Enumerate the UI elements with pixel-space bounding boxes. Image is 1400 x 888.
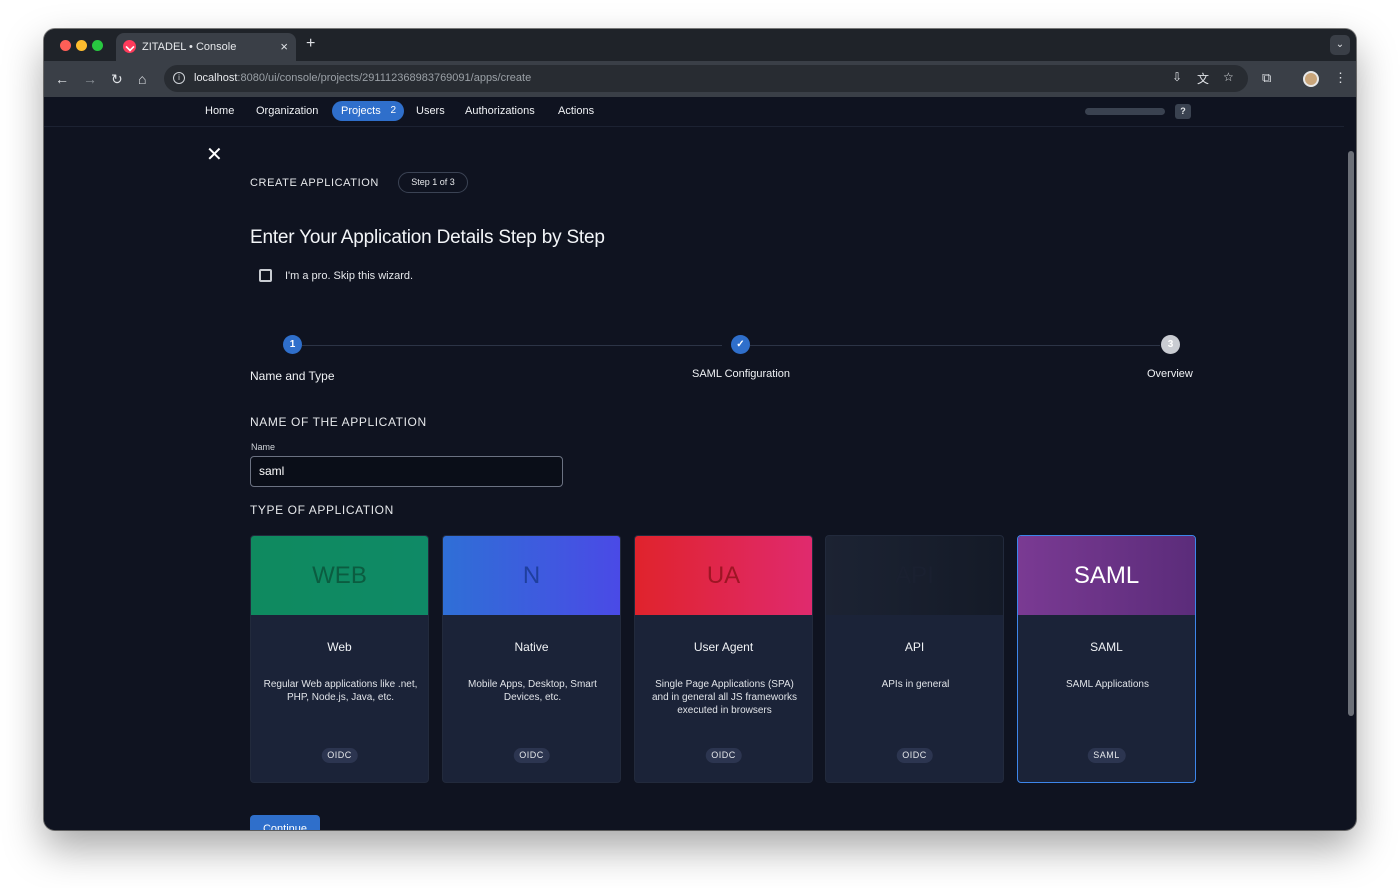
nav-projects-count: 2 bbox=[390, 105, 396, 116]
account-loading-bar bbox=[1085, 108, 1165, 115]
profile-avatar[interactable] bbox=[1303, 71, 1319, 87]
tab-title: ZITADEL • Console bbox=[142, 41, 237, 53]
app-type-card-web[interactable]: WEB Web Regular Web applications like .n… bbox=[250, 535, 429, 783]
zitadel-favicon-icon bbox=[123, 40, 136, 53]
card-banner: SAML bbox=[1018, 536, 1195, 615]
step-1-label[interactable]: Name and Type bbox=[250, 369, 335, 383]
page-scrollbar[interactable] bbox=[1348, 151, 1354, 716]
url-text[interactable]: localhost:8080/ui/console/projects/29111… bbox=[194, 72, 531, 84]
card-banner: UA bbox=[635, 536, 812, 615]
stepper-connector bbox=[750, 345, 1160, 346]
browser-toolbar: ← → ↻ ⌂ i localhost:8080/ui/console/proj… bbox=[44, 61, 1356, 97]
card-title: Web bbox=[327, 640, 352, 654]
protocol-badge: OIDC bbox=[513, 748, 550, 763]
extensions-icon[interactable]: ⧉ bbox=[1262, 70, 1271, 86]
wizard-heading: Enter Your Application Details Step by S… bbox=[250, 227, 605, 248]
address-bar[interactable]: i localhost:8080/ui/console/projects/291… bbox=[164, 65, 1248, 92]
top-navigation: Home Organization Projects 2 Users Autho… bbox=[44, 97, 1344, 127]
zitadel-console: Home Organization Projects 2 Users Autho… bbox=[44, 97, 1344, 830]
nav-projects[interactable]: Projects 2 bbox=[332, 101, 404, 121]
card-banner: WEB bbox=[251, 536, 428, 615]
card-title: API bbox=[904, 640, 925, 654]
app-type-card-native[interactable]: N Native Mobile Apps, Desktop, Smart Dev… bbox=[442, 535, 621, 783]
card-description: SAML Applications bbox=[1065, 679, 1149, 690]
help-button[interactable]: ? bbox=[1175, 104, 1191, 119]
nav-users[interactable]: Users bbox=[416, 105, 445, 117]
nav-actions[interactable]: Actions bbox=[558, 105, 594, 117]
protocol-badge: OIDC bbox=[896, 748, 933, 763]
stepper-connector bbox=[302, 345, 722, 346]
skip-wizard-checkbox[interactable] bbox=[259, 269, 272, 282]
card-description: APIs in general bbox=[881, 679, 950, 690]
continue-button[interactable]: Continue bbox=[250, 815, 320, 830]
tab-strip: ZITADEL • Console × + ⌄ bbox=[44, 29, 1356, 61]
close-icon[interactable]: ✕ bbox=[206, 145, 223, 165]
install-icon[interactable]: ⇩ bbox=[1172, 70, 1182, 84]
nav-projects-label: Projects bbox=[341, 105, 381, 117]
app-type-card-user-agent[interactable]: UA User Agent Single Page Applications (… bbox=[634, 535, 813, 783]
card-title: User Agent bbox=[693, 640, 754, 654]
card-banner: API bbox=[826, 536, 1003, 615]
name-field-label: Name bbox=[251, 442, 276, 452]
kebab-menu-icon[interactable]: ⋮ bbox=[1334, 70, 1347, 86]
app-type-card-api[interactable]: API API APIs in general OIDC bbox=[825, 535, 1004, 783]
close-window-button[interactable] bbox=[60, 40, 71, 51]
step-3-label[interactable]: Overview bbox=[1147, 368, 1193, 380]
site-info-icon[interactable]: i bbox=[173, 72, 185, 84]
card-description: Mobile Apps, Desktop, Smart Devices, etc… bbox=[468, 679, 597, 703]
back-icon[interactable]: ← bbox=[55, 70, 69, 88]
card-title: SAML bbox=[1090, 640, 1123, 654]
browser-tab[interactable]: ZITADEL • Console × bbox=[116, 33, 296, 61]
forward-icon[interactable]: → bbox=[83, 70, 97, 88]
nav-authorizations[interactable]: Authorizations bbox=[465, 105, 535, 117]
name-section-title: NAME OF THE APPLICATION bbox=[250, 415, 427, 429]
name-input[interactable]: saml bbox=[250, 456, 563, 487]
skip-wizard-label[interactable]: I'm a pro. Skip this wizard. bbox=[285, 270, 413, 282]
translate-icon[interactable]: 文 bbox=[1197, 70, 1209, 87]
step-3-marker[interactable]: 3 bbox=[1161, 335, 1180, 354]
protocol-badge: OIDC bbox=[321, 748, 358, 763]
type-section-title: TYPE OF APPLICATION bbox=[250, 503, 394, 517]
browser-window: ZITADEL • Console × + ⌄ ← → ↻ ⌂ i localh… bbox=[44, 29, 1356, 830]
step-2-check-icon[interactable]: ✓ bbox=[731, 335, 750, 354]
step-indicator-chip: Step 1 of 3 bbox=[398, 172, 468, 193]
card-banner: N bbox=[443, 536, 620, 615]
card-description: Regular Web applications like .net, PHP,… bbox=[263, 679, 418, 703]
app-type-card-saml[interactable]: SAML SAML SAML Applications SAML bbox=[1017, 535, 1196, 783]
bookmark-star-icon[interactable]: ☆ bbox=[1223, 70, 1234, 84]
tab-close-icon[interactable]: × bbox=[280, 39, 288, 54]
card-description: Single Page Applications (SPA) and in ge… bbox=[651, 679, 798, 716]
maximize-window-button[interactable] bbox=[92, 40, 103, 51]
minimize-window-button[interactable] bbox=[76, 40, 87, 51]
page-title: CREATE APPLICATION bbox=[250, 177, 379, 189]
nav-organization[interactable]: Organization bbox=[256, 105, 318, 117]
new-tab-button[interactable]: + bbox=[306, 35, 315, 53]
reload-icon[interactable]: ↻ bbox=[111, 70, 123, 88]
tab-search-button[interactable]: ⌄ bbox=[1330, 35, 1350, 55]
step-1-marker[interactable]: 1 bbox=[283, 335, 302, 354]
nav-home[interactable]: Home bbox=[205, 105, 234, 117]
protocol-badge: SAML bbox=[1087, 748, 1126, 763]
protocol-badge: OIDC bbox=[705, 748, 742, 763]
step-2-label[interactable]: SAML Configuration bbox=[692, 368, 790, 380]
card-title: Native bbox=[514, 640, 549, 654]
home-icon[interactable]: ⌂ bbox=[138, 70, 146, 88]
